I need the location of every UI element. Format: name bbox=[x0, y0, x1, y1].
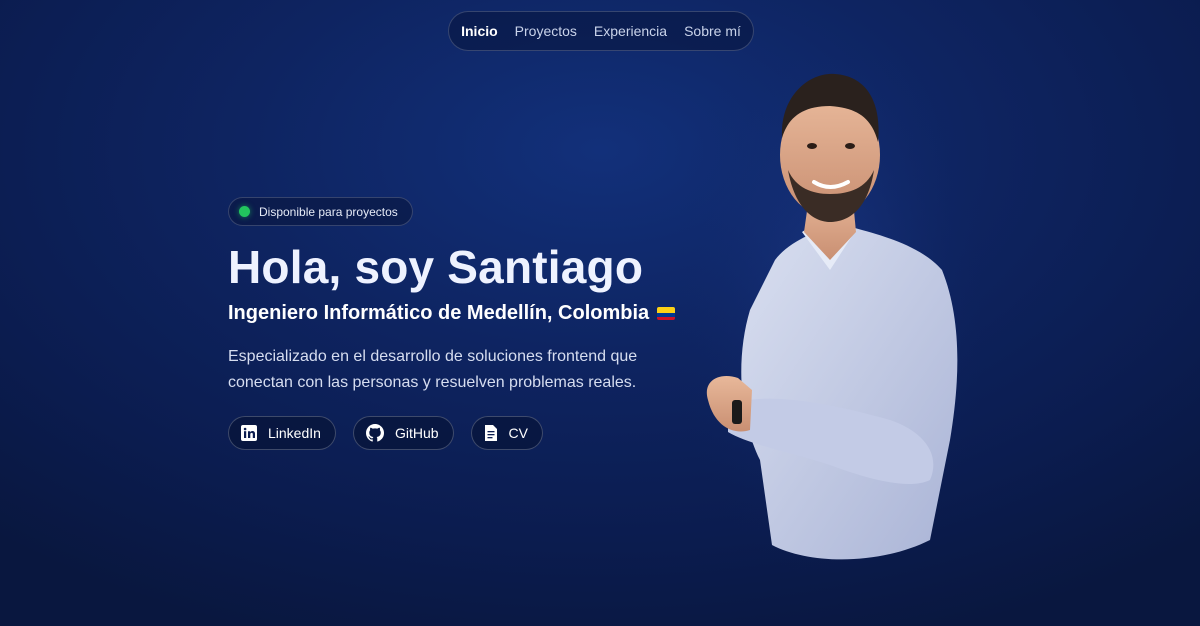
hero-subtitle: Ingeniero Informático de Medellín, Colom… bbox=[228, 302, 676, 325]
availability-badge: Disponible para proyectos bbox=[228, 197, 413, 226]
cv-button[interactable]: CV bbox=[470, 416, 543, 450]
github-button[interactable]: GitHub bbox=[352, 416, 454, 450]
nav-item-sobre-mi[interactable]: Sobre mí bbox=[684, 23, 741, 39]
hero-title: Hola, soy Santiago bbox=[228, 241, 644, 293]
main-nav: Inicio Proyectos Experiencia Sobre mí bbox=[448, 11, 754, 51]
document-icon bbox=[484, 425, 497, 441]
linkedin-icon bbox=[241, 425, 257, 441]
github-label: GitHub bbox=[394, 425, 439, 441]
github-icon bbox=[365, 424, 384, 442]
hero-subtitle-text: Ingeniero Informático de Medellín, Colom… bbox=[228, 302, 650, 324]
profile-portrait bbox=[680, 60, 980, 580]
colombia-flag-icon bbox=[657, 307, 676, 320]
social-links: LinkedIn GitHub CV bbox=[228, 416, 543, 450]
nav-item-proyectos[interactable]: Proyectos bbox=[515, 23, 577, 39]
nav-item-experiencia[interactable]: Experiencia bbox=[594, 23, 667, 39]
availability-text: Disponible para proyectos bbox=[259, 204, 398, 219]
linkedin-label: LinkedIn bbox=[268, 425, 321, 441]
nav-item-inicio[interactable]: Inicio bbox=[461, 23, 498, 39]
cv-label: CV bbox=[508, 425, 528, 441]
linkedin-button[interactable]: LinkedIn bbox=[228, 416, 336, 450]
hero-description: Especializado en el desarrollo de soluci… bbox=[228, 348, 638, 391]
status-dot-icon bbox=[239, 206, 250, 217]
